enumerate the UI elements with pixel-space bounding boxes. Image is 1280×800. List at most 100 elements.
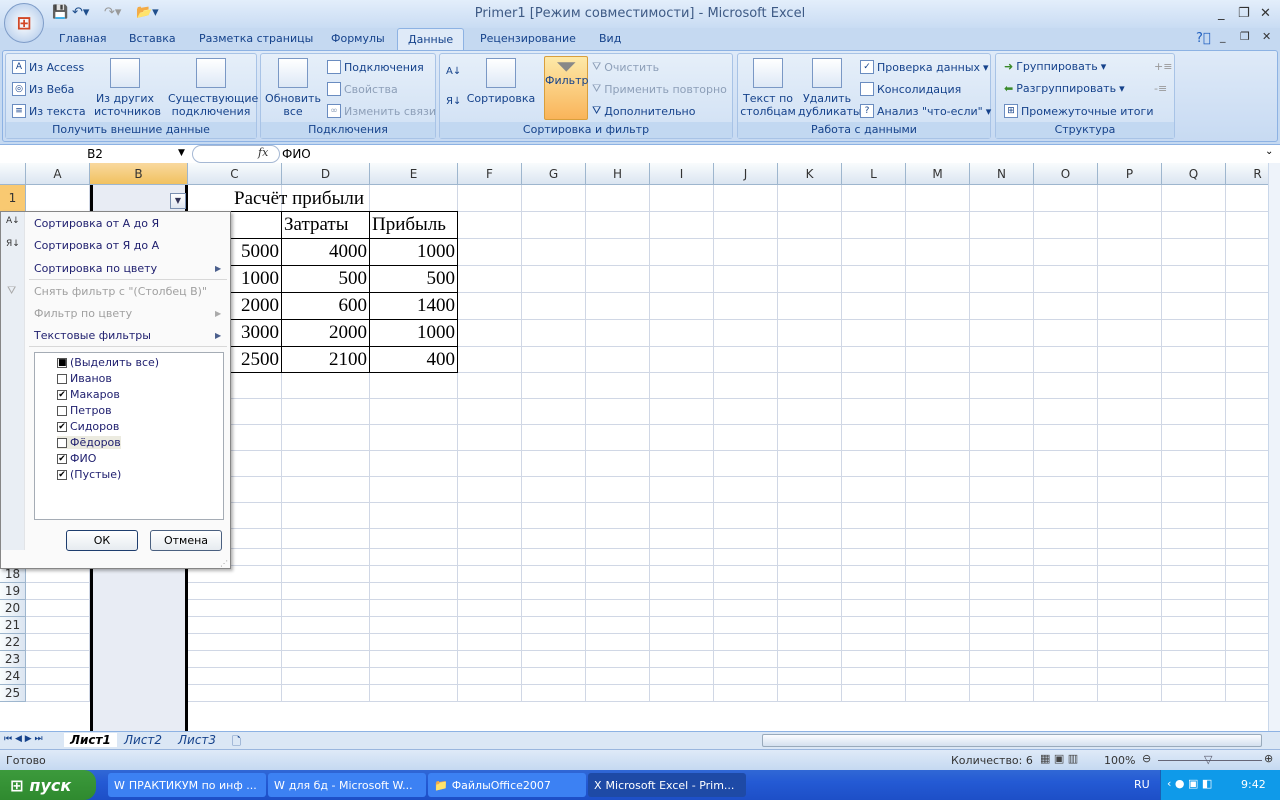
row-header-23[interactable]: 23 bbox=[0, 651, 26, 668]
cell[interactable] bbox=[1162, 549, 1226, 566]
cell[interactable] bbox=[778, 617, 842, 634]
cell[interactable] bbox=[714, 212, 778, 239]
cell[interactable] bbox=[650, 266, 714, 293]
cell[interactable] bbox=[1226, 320, 1268, 347]
cell[interactable] bbox=[282, 600, 370, 617]
cell[interactable] bbox=[1098, 549, 1162, 566]
cell[interactable] bbox=[1226, 293, 1268, 320]
cell[interactable] bbox=[1226, 549, 1268, 566]
cell[interactable] bbox=[778, 239, 842, 266]
cell[interactable] bbox=[522, 668, 586, 685]
cell[interactable] bbox=[1226, 651, 1268, 668]
cell[interactable] bbox=[586, 477, 650, 503]
cell[interactable] bbox=[906, 425, 970, 451]
cell[interactable] bbox=[458, 685, 522, 702]
cell[interactable] bbox=[650, 668, 714, 685]
cell[interactable] bbox=[522, 451, 586, 477]
cell[interactable] bbox=[586, 549, 650, 566]
cell[interactable] bbox=[1162, 347, 1226, 373]
cell[interactable] bbox=[458, 503, 522, 529]
zoom-in-icon[interactable]: ⊕ bbox=[1264, 752, 1273, 765]
existing-connections-button[interactable]: Существующие подключения bbox=[168, 58, 258, 118]
cell[interactable] bbox=[1098, 651, 1162, 668]
cell[interactable] bbox=[970, 399, 1034, 425]
cell[interactable] bbox=[26, 685, 90, 702]
cell[interactable] bbox=[1162, 617, 1226, 634]
cell[interactable] bbox=[586, 685, 650, 702]
filter-item[interactable]: Петров bbox=[57, 404, 112, 417]
cell[interactable] bbox=[586, 617, 650, 634]
cell[interactable] bbox=[970, 583, 1034, 600]
sheet-nav-icons[interactable]: ⏮ ◀ ▶ ⏭ bbox=[4, 734, 43, 744]
cell[interactable] bbox=[586, 266, 650, 293]
edit-links-button[interactable]: ∞ Изменить связи bbox=[327, 104, 436, 118]
cell[interactable] bbox=[458, 566, 522, 583]
cell[interactable] bbox=[458, 651, 522, 668]
cell[interactable] bbox=[522, 617, 586, 634]
cell[interactable] bbox=[522, 266, 586, 293]
cell[interactable] bbox=[778, 634, 842, 651]
cell[interactable] bbox=[1226, 373, 1268, 399]
from-text-button[interactable]: ≡ Из текста bbox=[12, 104, 86, 118]
cell[interactable] bbox=[1162, 477, 1226, 503]
cell[interactable] bbox=[970, 212, 1034, 239]
cell[interactable] bbox=[1034, 266, 1098, 293]
filter-item[interactable]: ✔ Сидоров bbox=[57, 420, 119, 433]
cell[interactable] bbox=[282, 425, 370, 451]
row-header-1[interactable]: 1 bbox=[0, 185, 26, 212]
tray-icons[interactable]: ‹ ● ▣ ◧ bbox=[1167, 777, 1212, 790]
tab-data[interactable]: Данные bbox=[397, 28, 465, 51]
cell[interactable] bbox=[522, 583, 586, 600]
cell[interactable] bbox=[842, 239, 906, 266]
what-if-button[interactable]: ? Анализ "что-если" ▾ bbox=[860, 104, 991, 118]
cell[interactable] bbox=[586, 529, 650, 549]
cell[interactable] bbox=[1098, 634, 1162, 651]
cell[interactable] bbox=[650, 549, 714, 566]
cell[interactable] bbox=[970, 185, 1034, 212]
cell[interactable] bbox=[906, 600, 970, 617]
cell[interactable] bbox=[586, 347, 650, 373]
cell[interactable] bbox=[970, 685, 1034, 702]
cell[interactable] bbox=[1162, 425, 1226, 451]
chevron-down-icon[interactable]: ▼ bbox=[178, 148, 185, 158]
column-header-e[interactable]: E bbox=[370, 163, 458, 185]
cell[interactable] bbox=[458, 373, 522, 399]
cell[interactable] bbox=[1162, 185, 1226, 212]
text-to-columns-button[interactable]: Текст по столбцам bbox=[740, 58, 796, 118]
cell[interactable] bbox=[1098, 293, 1162, 320]
cell[interactable] bbox=[586, 668, 650, 685]
clear-button[interactable]: ⛛ Очистить bbox=[592, 60, 659, 74]
cell[interactable] bbox=[970, 566, 1034, 583]
cell[interactable] bbox=[1098, 266, 1162, 293]
cell[interactable] bbox=[282, 477, 370, 503]
cell[interactable] bbox=[970, 549, 1034, 566]
cell[interactable] bbox=[906, 651, 970, 668]
table-cell[interactable]: 500 bbox=[369, 265, 458, 293]
cell[interactable] bbox=[282, 651, 370, 668]
cell[interactable] bbox=[1098, 212, 1162, 239]
cell[interactable] bbox=[842, 566, 906, 583]
from-access-button[interactable]: A Из Access bbox=[12, 60, 84, 74]
select-all-corner[interactable] bbox=[0, 163, 26, 185]
cell[interactable] bbox=[714, 293, 778, 320]
cell[interactable] bbox=[586, 600, 650, 617]
cell[interactable] bbox=[522, 212, 586, 239]
cell[interactable] bbox=[522, 477, 586, 503]
column-header-f[interactable]: F bbox=[458, 163, 522, 185]
cell[interactable] bbox=[970, 239, 1034, 266]
cell[interactable] bbox=[370, 503, 458, 529]
cell[interactable] bbox=[1098, 320, 1162, 347]
cell[interactable] bbox=[522, 293, 586, 320]
menu-clear-filter[interactable]: Снять фильтр с "(Столбец B)" bbox=[34, 285, 207, 298]
column-header-n[interactable]: N bbox=[970, 163, 1034, 185]
cell[interactable] bbox=[714, 529, 778, 549]
cell[interactable] bbox=[714, 320, 778, 347]
cell[interactable] bbox=[714, 399, 778, 425]
cell[interactable] bbox=[1034, 566, 1098, 583]
column-header-q[interactable]: Q bbox=[1162, 163, 1226, 185]
cell[interactable] bbox=[842, 373, 906, 399]
cell[interactable] bbox=[778, 347, 842, 373]
row-header-22[interactable]: 22 bbox=[0, 634, 26, 651]
cell[interactable] bbox=[522, 347, 586, 373]
cell[interactable] bbox=[970, 373, 1034, 399]
